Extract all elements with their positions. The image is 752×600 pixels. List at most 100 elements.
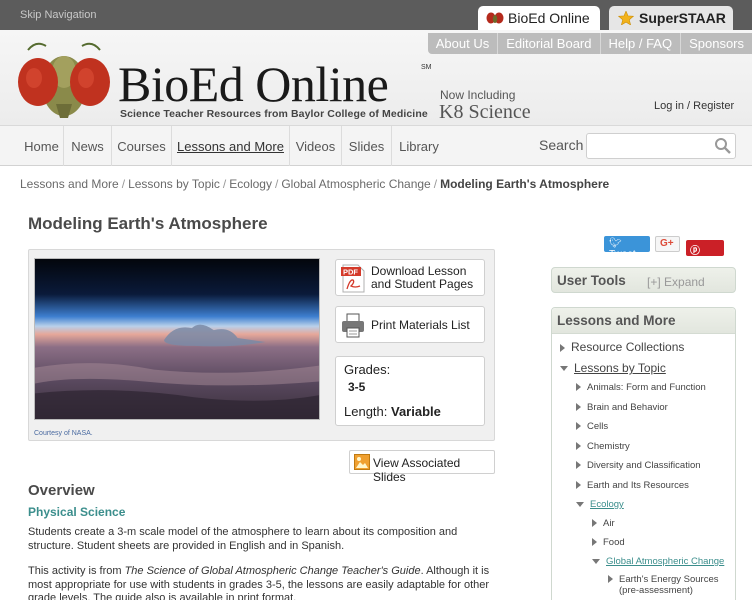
util-link-about-us[interactable]: About Us bbox=[428, 33, 497, 54]
triangle-right-icon bbox=[608, 575, 613, 584]
login-link[interactable]: Log in bbox=[654, 100, 684, 112]
fly-icon bbox=[486, 12, 504, 24]
main-nav: Home News Courses Lessons and More Video… bbox=[0, 126, 752, 166]
google-plus-button[interactable]: G+ bbox=[655, 236, 680, 252]
download-lesson-button[interactable]: PDF Download Lesson and Student Pages bbox=[335, 259, 485, 296]
print-materials-button[interactable]: Print Materials List bbox=[335, 306, 485, 343]
tree-item-ecology[interactable]: Ecology bbox=[576, 499, 624, 510]
service-mark: SM bbox=[421, 64, 432, 71]
tab-superstaar[interactable]: SuperSTAAR bbox=[609, 6, 733, 30]
account-separator: / bbox=[687, 100, 691, 112]
slides-icon bbox=[354, 454, 370, 470]
length-label: Length: bbox=[344, 404, 388, 419]
tree-item-earth[interactable]: Earth and Its Resources bbox=[576, 480, 689, 491]
length-row: Length: Variable bbox=[344, 404, 441, 419]
nav-courses[interactable]: Courses bbox=[112, 126, 172, 166]
view-slides-label: View Associated Slides bbox=[373, 456, 461, 484]
breadcrumb-lessons-and-more[interactable]: Lessons and More bbox=[20, 177, 119, 191]
tree-item-air[interactable]: Air bbox=[592, 518, 615, 529]
user-tools-title: User Tools bbox=[557, 273, 626, 288]
pinterest-save-button[interactable]: ⓟ Save bbox=[686, 240, 724, 268]
overview-heading: Overview bbox=[28, 482, 95, 499]
triangle-right-icon bbox=[576, 403, 581, 412]
tree-item-animals[interactable]: Animals: Form and Function bbox=[576, 382, 706, 393]
breadcrumb-global-atmospheric-change[interactable]: Global Atmospheric Change bbox=[281, 177, 430, 191]
account-links: Log in / Register bbox=[654, 100, 734, 112]
grades-value: 3-5 bbox=[348, 380, 366, 394]
fruit-fly-logo[interactable] bbox=[16, 42, 112, 120]
page-title: Modeling Earth's Atmosphere bbox=[28, 214, 268, 233]
top-bar: Skip Navigation BioEd Online SuperSTAAR bbox=[0, 0, 752, 30]
tree-item-earths-energy-sources[interactable]: Earth's Energy Sources (pre-assessment) bbox=[608, 574, 719, 596]
subject-label: Physical Science bbox=[28, 505, 126, 519]
util-link-editorial-board[interactable]: Editorial Board bbox=[497, 33, 599, 54]
search-icon[interactable] bbox=[714, 137, 732, 155]
tree-item-chemistry[interactable]: Chemistry bbox=[576, 441, 630, 452]
triangle-down-icon bbox=[592, 558, 600, 564]
printer-icon bbox=[342, 313, 364, 338]
tree-item-global-atmospheric-change[interactable]: Global Atmospheric Change bbox=[592, 556, 724, 567]
user-tools-panel: User Tools [+] Expand bbox=[551, 267, 736, 293]
tree-item-food[interactable]: Food bbox=[592, 537, 625, 548]
util-link-sponsors[interactable]: Sponsors bbox=[680, 33, 752, 54]
atmosphere-photo bbox=[34, 258, 320, 420]
triangle-down-icon bbox=[560, 366, 568, 372]
triangle-right-icon bbox=[576, 422, 581, 431]
site-header: About Us Editorial Board Help / FAQ Spon… bbox=[0, 30, 752, 126]
image-credit[interactable]: Courtesy of NASA. bbox=[34, 430, 93, 437]
utility-nav: About Us Editorial Board Help / FAQ Spon… bbox=[427, 33, 752, 54]
pdf-icon: PDF bbox=[341, 264, 365, 293]
lessons-panel-header: Lessons and More bbox=[552, 308, 735, 334]
triangle-right-icon bbox=[576, 383, 581, 392]
tree-item-cells[interactable]: Cells bbox=[576, 421, 608, 432]
tree-item-resource-collections[interactable]: Resource Collections bbox=[560, 340, 684, 354]
nav-lessons-and-more[interactable]: Lessons and More bbox=[172, 126, 290, 166]
site-tagline: Science Teacher Resources from Baylor Co… bbox=[120, 108, 428, 120]
overview-paragraph-2: This activity is from The Science of Glo… bbox=[28, 565, 490, 600]
tab-superstaar-label: SuperSTAAR bbox=[639, 10, 726, 26]
register-link[interactable]: Register bbox=[693, 100, 734, 112]
nav-news[interactable]: News bbox=[64, 126, 112, 166]
breadcrumb: Lessons and More / Lessons by Topic / Ecolog… bbox=[20, 177, 610, 191]
tree-item-lessons-by-topic[interactable]: Lessons by Topic bbox=[560, 361, 666, 375]
search-label: Search bbox=[539, 137, 584, 153]
tree-item-diversity[interactable]: Diversity and Classification bbox=[576, 460, 701, 471]
svg-text:PDF: PDF bbox=[343, 268, 358, 277]
lessons-and-more-panel: Lessons and More Resource Collections Le… bbox=[551, 307, 736, 600]
util-link-help-faq[interactable]: Help / FAQ bbox=[599, 33, 681, 54]
triangle-right-icon bbox=[592, 538, 597, 547]
lessons-panel-title: Lessons and More bbox=[557, 313, 676, 328]
view-associated-slides-button[interactable]: View Associated Slides bbox=[349, 450, 495, 484]
tab-bioed-online[interactable]: BioEd Online bbox=[478, 6, 600, 30]
breadcrumb-lessons-by-topic[interactable]: Lessons by Topic bbox=[128, 177, 220, 191]
breadcrumb-current: Modeling Earth's Atmosphere bbox=[440, 177, 610, 191]
grades-label: Grades: bbox=[344, 362, 391, 377]
bird-icon: 🐦︎ bbox=[609, 238, 622, 249]
k8-science-logo[interactable]: K8 Science bbox=[439, 101, 531, 124]
triangle-right-icon bbox=[576, 442, 581, 451]
triangle-right-icon bbox=[592, 519, 597, 528]
guide-title: The Science of Global Atmospheric Change… bbox=[124, 565, 421, 577]
nav-videos[interactable]: Videos bbox=[290, 126, 342, 166]
tab-bioed-label: BioEd Online bbox=[508, 10, 590, 26]
triangle-right-icon bbox=[576, 461, 581, 470]
download-lesson-label: Download Lesson and Student Pages bbox=[371, 264, 474, 291]
overview-paragraph-1: Students create a 3-m scale model of the… bbox=[28, 526, 458, 552]
triangle-right-icon bbox=[576, 481, 581, 490]
site-wordmark[interactable]: BioEd Online bbox=[118, 56, 389, 112]
nav-home[interactable]: Home bbox=[20, 126, 64, 166]
nav-library[interactable]: Library bbox=[392, 126, 446, 166]
tweet-button[interactable]: 🐦︎ Tweet bbox=[604, 236, 650, 260]
triangle-right-icon bbox=[560, 343, 565, 352]
now-including-text: Now Including bbox=[440, 88, 516, 102]
expand-toggle[interactable]: [+] Expand bbox=[647, 275, 705, 289]
lesson-summary-box: Courtesy of NASA. PDF Download Lesson an… bbox=[28, 249, 495, 441]
lesson-info-box: Grades: 3-5 Length: Variable bbox=[335, 356, 485, 426]
tree-item-brain[interactable]: Brain and Behavior bbox=[576, 402, 668, 413]
nav-slides[interactable]: Slides bbox=[342, 126, 392, 166]
pinterest-icon: ⓟ bbox=[690, 246, 700, 257]
skip-navigation-link[interactable]: Skip Navigation bbox=[20, 9, 96, 21]
length-value: Variable bbox=[391, 404, 441, 419]
breadcrumb-ecology[interactable]: Ecology bbox=[229, 177, 272, 191]
star-icon bbox=[617, 11, 635, 25]
